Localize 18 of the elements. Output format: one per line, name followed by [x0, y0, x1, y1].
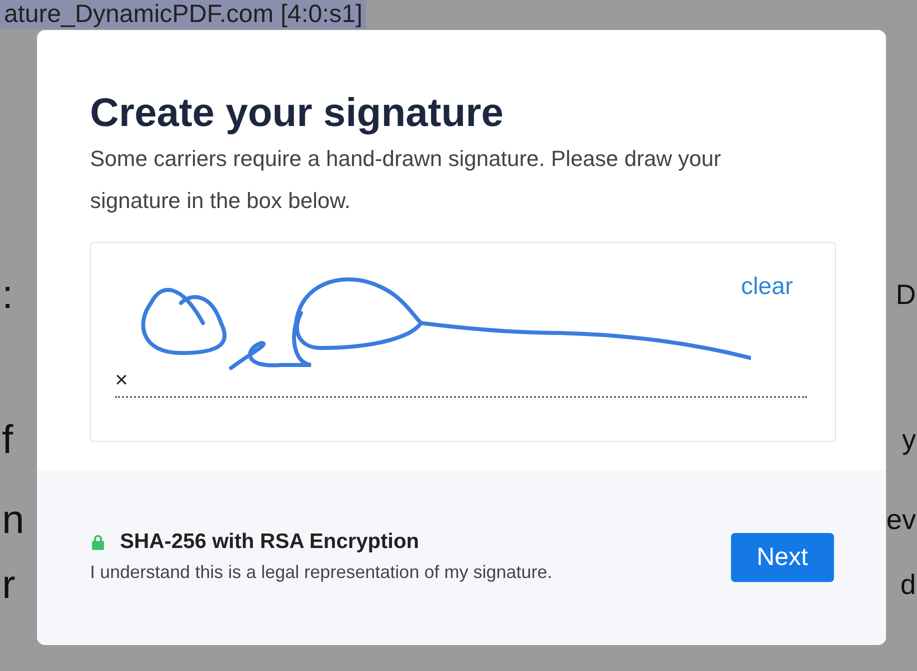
next-button[interactable]: Next: [730, 533, 834, 582]
sign-mark: ×: [115, 367, 128, 393]
page-text: ev: [886, 503, 916, 537]
page-text: :: [2, 272, 14, 319]
security-label: SHA-256 with RSA Encryption: [120, 530, 420, 554]
signature-pad[interactable]: clear ×: [90, 242, 836, 442]
page-heading: ature_DynamicPDF.com [4:0:s1]: [0, 0, 366, 29]
clear-link[interactable]: clear: [740, 273, 793, 301]
lock-icon: [90, 534, 106, 550]
legal-notice: I understand this is a legal representation of my signature.: [90, 560, 554, 584]
page-text: y: [902, 423, 916, 457]
dialog-title: Create your signature: [90, 90, 504, 137]
page-text: f: [2, 417, 14, 464]
dialog-description: Some carriers require a hand-drawn signature. Please draw your signature in the box below.: [90, 145, 722, 215]
page-text: n: [2, 497, 24, 544]
page-text: D: [896, 278, 916, 312]
page-text: r: [2, 562, 16, 609]
page-text: d: [900, 568, 916, 602]
